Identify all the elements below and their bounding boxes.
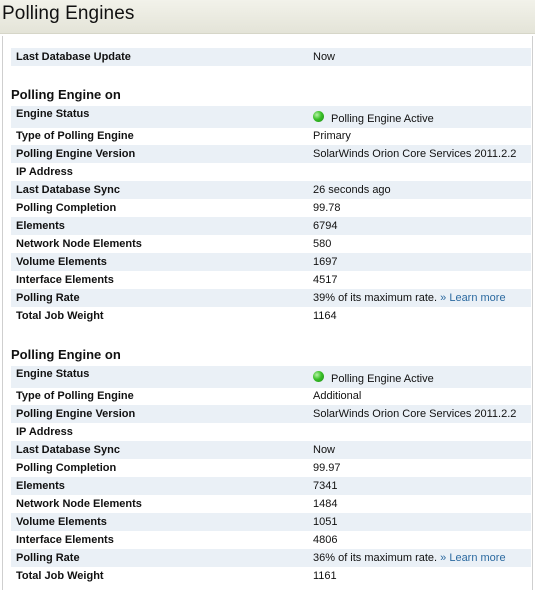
engine-1-weight-row: Total Job Weight 1164 (11, 307, 531, 325)
node-elements-label: Network Node Elements (16, 238, 142, 250)
engine-1-ip-row: IP Address (11, 163, 531, 181)
interface-elements-label: Interface Elements (16, 534, 114, 546)
polling-completion-label: Polling Completion (16, 202, 117, 214)
engine-1-completion-row: Polling Completion 99.78 (11, 199, 531, 217)
db-sync-label: Last Database Sync (16, 444, 120, 456)
node-elements-label: Network Node Elements (16, 498, 142, 510)
ip-address-label: IP Address (16, 426, 73, 438)
polling-rate-value-wrap: 36% of its maximum rate. » Learn more (313, 549, 506, 567)
volume-elements-label: Volume Elements (16, 256, 107, 268)
elements-value: 7341 (313, 480, 338, 492)
engine-1-type-row: Type of Polling Engine Primary (11, 127, 531, 145)
polling-completion-label: Polling Completion (16, 462, 117, 474)
engine-1-version-row: Polling Engine Version SolarWinds Orion … (11, 145, 531, 163)
engine-status-value: Polling Engine Active (331, 113, 434, 125)
engine-2-completion-row: Polling Completion 99.97 (11, 459, 531, 477)
engine-2-version-row: Polling Engine Version SolarWinds Orion … (11, 405, 531, 423)
engine-1-node-row: Network Node Elements 580 (11, 235, 531, 253)
engine-status-value: Polling Engine Active (331, 373, 434, 385)
learn-more-link[interactable]: » Learn more (440, 552, 505, 564)
engine-status-label: Engine Status (16, 368, 90, 380)
job-weight-value: 1164 (313, 310, 337, 322)
summary-label: Last Database Update (16, 51, 131, 63)
engine-type-value: Primary (313, 130, 351, 142)
polling-rate-label: Polling Rate (16, 292, 80, 304)
engine-status-label: Engine Status (16, 108, 90, 120)
volume-elements-value: 1697 (313, 256, 338, 268)
page-header: Polling Engines (0, 0, 535, 34)
engine-type-label: Type of Polling Engine (16, 390, 134, 402)
polling-completion-value: 99.78 (313, 202, 341, 214)
engine-2-interface-row: Interface Elements 4806 (11, 531, 531, 549)
engine-type-label: Type of Polling Engine (16, 130, 134, 142)
interface-elements-value: 4517 (313, 274, 338, 286)
engine-2-volume-row: Volume Elements 1051 (11, 513, 531, 531)
db-sync-value: Now (313, 444, 336, 456)
engine-1-rate-row: Polling Rate 39% of its maximum rate. » … (11, 289, 531, 307)
db-sync-value: 26 seconds ago (313, 184, 391, 196)
engines-panel: Last Database Update Now Polling Engine … (0, 36, 535, 590)
node-elements-value: 1484 (313, 498, 338, 510)
engine-2-status-row: Engine Status Polling Engine Active (11, 366, 531, 388)
engine-2-sync-row: Last Database Sync Now (11, 441, 531, 459)
polling-rate-value-wrap: 39% of its maximum rate. » Learn more (313, 289, 506, 307)
status-active-icon (313, 110, 324, 122)
job-weight-value: 1161 (313, 570, 337, 582)
engine-1-sync-row: Last Database Sync 26 seconds ago (11, 181, 531, 199)
engine-version-label: Polling Engine Version (16, 148, 136, 160)
engine-2-title: Polling Engine on (11, 347, 121, 362)
page-title: Polling Engines (2, 3, 135, 24)
polling-rate-value: 39% of its maximum rate. (313, 292, 438, 304)
engine-version-value: SolarWinds Orion Core Services 2011.2.2 (313, 148, 517, 160)
job-weight-label: Total Job Weight (16, 570, 104, 582)
engine-1-interface-row: Interface Elements 4517 (11, 271, 531, 289)
engine-version-label: Polling Engine Version (16, 408, 136, 420)
learn-more-link[interactable]: » Learn more (440, 292, 505, 304)
engine-1-title: Polling Engine on (11, 87, 121, 102)
engine-2-weight-row: Total Job Weight 1161 (11, 567, 531, 585)
status-active-icon (313, 370, 324, 382)
engine-1-volume-row: Volume Elements 1697 (11, 253, 531, 271)
engine-2-ip-row: IP Address (11, 423, 531, 441)
volume-elements-value: 1051 (313, 516, 338, 528)
node-elements-value: 580 (313, 238, 332, 250)
volume-elements-label: Volume Elements (16, 516, 107, 528)
elements-value: 6794 (313, 220, 338, 232)
engine-2-type-row: Type of Polling Engine Additional (11, 387, 531, 405)
interface-elements-value: 4806 (313, 534, 338, 546)
polling-completion-value: 99.97 (313, 462, 341, 474)
engine-1-status-row: Engine Status Polling Engine Active (11, 106, 531, 128)
db-sync-label: Last Database Sync (16, 184, 120, 196)
elements-label: Elements (16, 480, 65, 492)
engine-1-elements-row: Elements 6794 (11, 217, 531, 235)
elements-label: Elements (16, 220, 65, 232)
summary-value: Now (313, 51, 336, 63)
ip-address-label: IP Address (16, 166, 73, 178)
engine-type-value: Additional (313, 390, 362, 402)
engine-version-value: SolarWinds Orion Core Services 2011.2.2 (313, 408, 517, 420)
polling-rate-value: 36% of its maximum rate. (313, 552, 438, 564)
polling-rate-label: Polling Rate (16, 552, 80, 564)
engine-2-elements-row: Elements 7341 (11, 477, 531, 495)
engine-2-rate-row: Polling Rate 36% of its maximum rate. » … (11, 549, 531, 567)
summary-row: Last Database Update Now (11, 48, 531, 66)
engine-2-node-row: Network Node Elements 1484 (11, 495, 531, 513)
job-weight-label: Total Job Weight (16, 310, 104, 322)
interface-elements-label: Interface Elements (16, 274, 114, 286)
